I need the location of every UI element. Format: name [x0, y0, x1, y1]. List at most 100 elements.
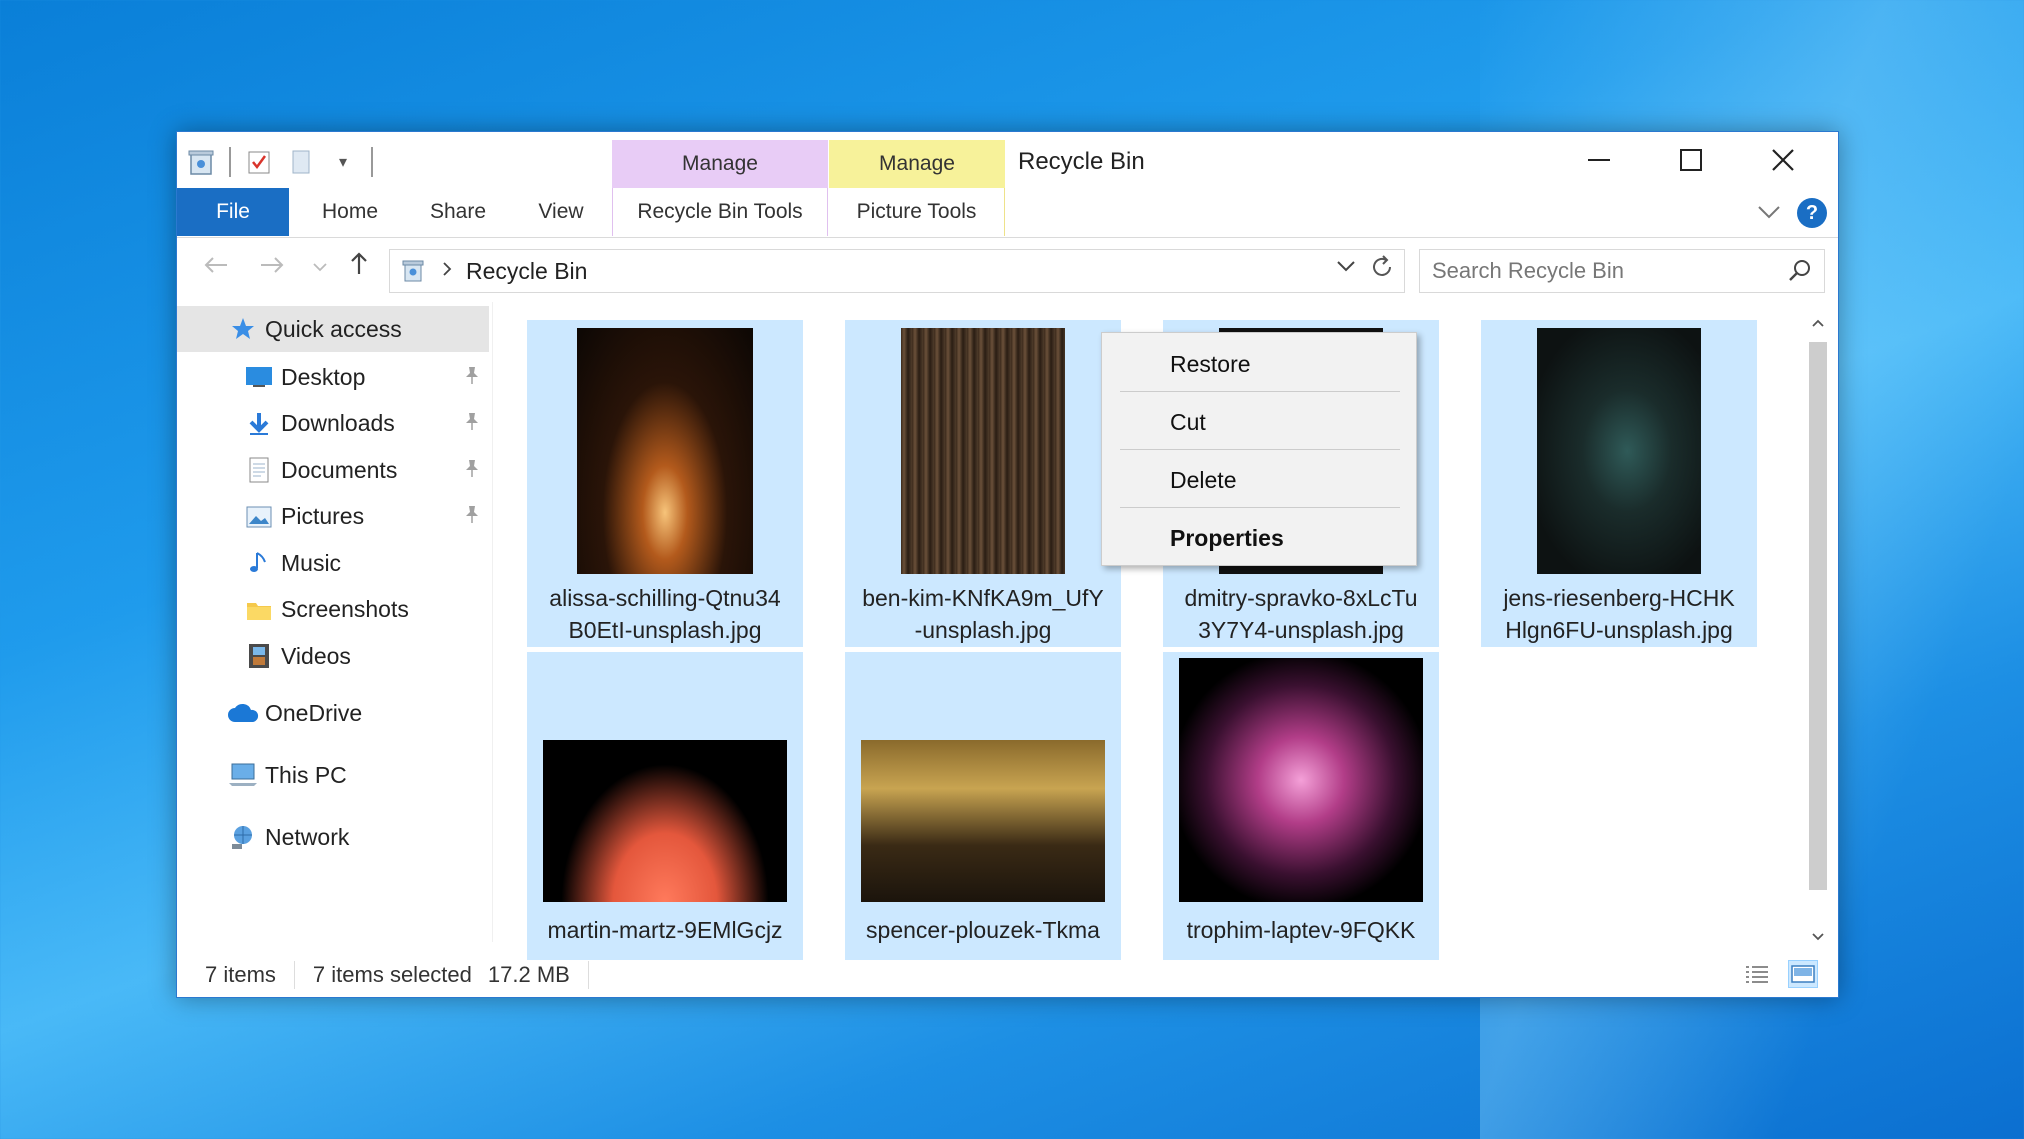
- vertical-scrollbar[interactable]: [1805, 310, 1831, 950]
- pictures-icon: [243, 501, 275, 533]
- toolbar-divider: [371, 147, 373, 177]
- tab-home[interactable]: Home: [295, 188, 405, 236]
- documents-icon: [243, 454, 275, 486]
- file-name: trophim-laptev-9FQKK: [1186, 917, 1416, 943]
- recent-locations-chevron-icon[interactable]: [313, 259, 327, 277]
- recycle-bin-icon: [398, 256, 428, 286]
- file-tile[interactable]: ben-kim-KNfKA9m_UfY -unsplash.jpg: [845, 320, 1121, 647]
- nav-quick-access[interactable]: Quick access: [177, 306, 489, 352]
- nav-item-label: Screenshots: [281, 596, 409, 622]
- image-thumbnail: [1179, 658, 1423, 902]
- details-view-icon[interactable]: [1742, 960, 1772, 988]
- downloads-icon: [243, 408, 275, 440]
- scroll-down-arrow-icon[interactable]: [1805, 924, 1831, 950]
- nav-this-pc[interactable]: This PC: [177, 752, 489, 798]
- nav-item-desktop[interactable]: Desktop: [177, 354, 489, 400]
- videos-icon: [243, 640, 275, 672]
- nav-item-videos[interactable]: Videos: [177, 633, 489, 679]
- tab-recycle-bin-tools[interactable]: Recycle Bin Tools: [612, 188, 828, 236]
- properties-check-icon[interactable]: [245, 147, 273, 177]
- expand-ribbon-chevron-icon[interactable]: [1757, 196, 1781, 227]
- nav-item-screenshots[interactable]: Screenshots: [177, 587, 489, 633]
- nav-item-label: OneDrive: [265, 699, 363, 726]
- nav-item-label: Music: [281, 549, 342, 576]
- scrollbar-thumb[interactable]: [1809, 342, 1827, 890]
- network-icon: [227, 821, 259, 853]
- pin-icon[interactable]: [463, 365, 481, 390]
- minimize-icon: [1588, 159, 1610, 161]
- close-button[interactable]: [1737, 132, 1829, 188]
- address-bar[interactable]: Recycle Bin: [389, 249, 1405, 293]
- scroll-up-arrow-icon[interactable]: [1805, 310, 1831, 336]
- large-icons-view-icon[interactable]: [1788, 960, 1818, 988]
- image-thumbnail: [861, 740, 1105, 902]
- file-name-continued: Hlgn6FU-unsplash.jpg: [1505, 617, 1733, 643]
- customize-toolbar-icon[interactable]: ▾: [329, 147, 357, 177]
- selection-count: 7 items selected 17.2 MB: [295, 961, 589, 989]
- refresh-icon[interactable]: [1370, 254, 1394, 287]
- menu-item-cut[interactable]: Cut: [1102, 399, 1416, 445]
- file-name: alissa-schilling-Qtnu34: [549, 585, 781, 611]
- this-pc-icon: [227, 759, 259, 791]
- pin-icon[interactable]: [463, 504, 481, 529]
- nav-onedrive[interactable]: OneDrive: [177, 690, 489, 736]
- tab-share[interactable]: Share: [403, 188, 513, 236]
- tab-view[interactable]: View: [513, 188, 609, 236]
- pin-icon[interactable]: [463, 411, 481, 436]
- pin-icon[interactable]: [463, 458, 481, 483]
- file-name: dmitry-spravko-8xLcTu: [1184, 585, 1418, 611]
- address-dropdown-chevron-icon[interactable]: [1336, 256, 1356, 279]
- nav-network[interactable]: Network: [177, 814, 489, 860]
- status-bar: 7 items 7 items selected 17.2 MB: [177, 952, 1838, 998]
- nav-item-pictures[interactable]: Pictures: [177, 494, 489, 540]
- tab-picture-tools[interactable]: Picture Tools: [829, 188, 1005, 236]
- manage-picture-header[interactable]: Manage: [829, 140, 1005, 188]
- image-thumbnail: [543, 740, 787, 902]
- maximize-button[interactable]: [1645, 132, 1737, 188]
- quick-access-icon: [227, 313, 259, 345]
- up-arrow-icon[interactable]: [349, 251, 369, 282]
- navigation-pane: Quick access Desktop Downloads Documents Pic…: [177, 302, 493, 942]
- nav-item-label: Downloads: [281, 410, 395, 436]
- nav-item-label: Network: [265, 823, 350, 850]
- onedrive-icon: [227, 697, 259, 729]
- search-input[interactable]: [1420, 250, 1824, 292]
- file-tile[interactable]: alissa-schilling-Qtnu34 B0EtI-unsplash.jp…: [527, 320, 803, 647]
- nav-item-label: This PC: [265, 761, 347, 788]
- recycle-bin-icon[interactable]: [187, 147, 215, 177]
- nav-item-music[interactable]: Music: [177, 540, 489, 586]
- back-arrow-icon[interactable]: [203, 251, 229, 282]
- file-tile[interactable]: jens-riesenberg-HCHK Hlgn6FU-unsplash.jpg: [1481, 320, 1757, 647]
- title-bar: ▾ Manage Manage Recycle Bin: [177, 132, 1838, 188]
- forward-arrow-icon[interactable]: [259, 251, 285, 282]
- help-button[interactable]: ?: [1797, 198, 1827, 228]
- window-title: Recycle Bin: [1018, 148, 1145, 175]
- manage-recycle-bin-header[interactable]: Manage: [612, 140, 828, 188]
- image-thumbnail: [577, 328, 753, 574]
- file-tile[interactable]: martin-martz-9EMlGcjz: [527, 652, 803, 960]
- nav-item-documents[interactable]: Documents: [177, 447, 489, 493]
- nav-item-downloads[interactable]: Downloads: [177, 401, 489, 447]
- quick-access-toolbar: ▾: [187, 144, 373, 180]
- nav-item-label: Documents: [281, 456, 398, 483]
- toolbar-divider: [229, 147, 231, 177]
- image-thumbnail: [901, 328, 1065, 574]
- menu-item-restore[interactable]: Restore: [1102, 341, 1416, 387]
- new-folder-icon[interactable]: [287, 147, 315, 177]
- breadcrumb-current[interactable]: Recycle Bin: [466, 258, 587, 285]
- tab-file[interactable]: File: [177, 188, 289, 236]
- minimize-button[interactable]: [1553, 132, 1645, 188]
- file-name: martin-martz-9EMlGcjz: [547, 917, 783, 943]
- file-name: ben-kim-KNfKA9m_UfY: [862, 585, 1104, 611]
- menu-item-properties[interactable]: Properties: [1102, 515, 1416, 561]
- file-tile[interactable]: spencer-plouzek-Tkma: [845, 652, 1121, 960]
- breadcrumb-chevron-icon[interactable]: [442, 260, 452, 283]
- folder-icon: [243, 594, 275, 626]
- file-name: spencer-plouzek-Tkma: [866, 917, 1100, 943]
- menu-item-delete[interactable]: Delete: [1102, 457, 1416, 503]
- search-icon[interactable]: [1788, 258, 1812, 288]
- file-tile[interactable]: trophim-laptev-9FQKK: [1163, 652, 1439, 960]
- file-name-continued: 3Y7Y4-unsplash.jpg: [1198, 617, 1404, 643]
- context-menu: Restore Cut Delete Properties: [1101, 332, 1417, 566]
- desktop-icon: [243, 361, 275, 393]
